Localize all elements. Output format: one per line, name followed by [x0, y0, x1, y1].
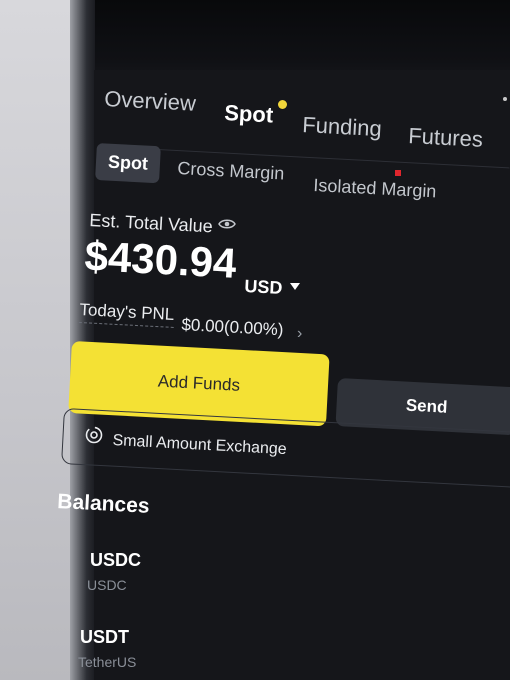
eye-icon[interactable]	[218, 218, 236, 230]
subtab-cross-margin[interactable]: Cross Margin	[177, 158, 285, 185]
total-value: $430.94	[83, 232, 238, 287]
currency-selector[interactable]: USD	[244, 276, 283, 299]
subtab-isolated-margin[interactable]: Isolated Margin	[313, 175, 437, 202]
notification-dot	[278, 100, 287, 109]
wallet-app: Overview Spot Funding Futures Spot Cross…	[0, 0, 510, 680]
subtab-spot[interactable]: Spot	[95, 143, 161, 184]
new-indicator	[395, 170, 401, 176]
balances-title: Balances	[56, 490, 151, 518]
exchange-icon	[85, 426, 103, 444]
chevron-right-icon[interactable]: ›	[297, 325, 302, 343]
tab-overview[interactable]: Overview	[104, 86, 197, 117]
asset-symbol-usdc[interactable]: USDC	[90, 550, 141, 571]
asset-name-usdc: USDC	[87, 577, 127, 593]
asset-symbol-usdt[interactable]: USDT	[80, 627, 129, 648]
chevron-down-icon[interactable]	[290, 283, 300, 290]
pnl-value[interactable]: $0.00(0.00%)	[181, 315, 284, 340]
send-label: Send	[405, 395, 448, 417]
add-funds-label: Add Funds	[157, 371, 241, 395]
tab-funding[interactable]: Funding	[302, 112, 383, 142]
asset-name-usdt: TetherUS	[78, 654, 137, 670]
pnl-label: Today's PNL	[78, 300, 175, 328]
tab-futures[interactable]: Futures	[408, 123, 484, 153]
tab-spot[interactable]: Spot	[224, 100, 274, 129]
